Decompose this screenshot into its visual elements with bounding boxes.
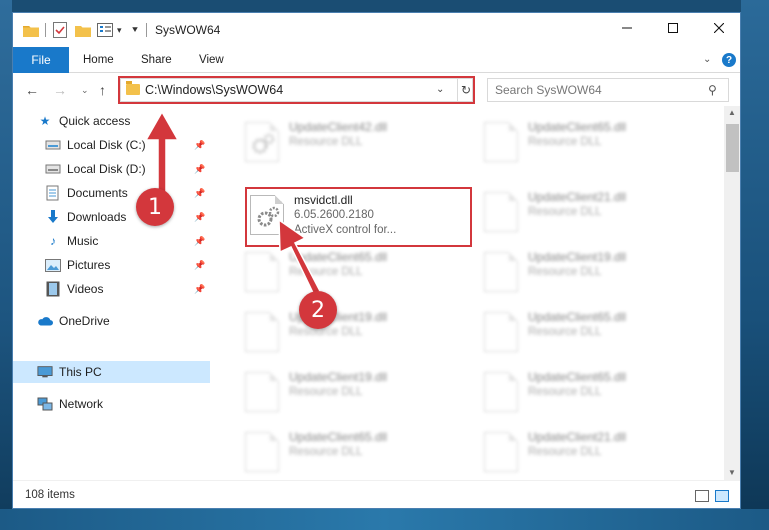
annotation-arrows <box>144 110 321 297</box>
step-2-badge: 2 <box>299 291 337 329</box>
step-1-badge: 1 <box>136 188 174 226</box>
arrow-1-shape <box>144 110 180 201</box>
arrow-2-shape <box>278 218 321 297</box>
